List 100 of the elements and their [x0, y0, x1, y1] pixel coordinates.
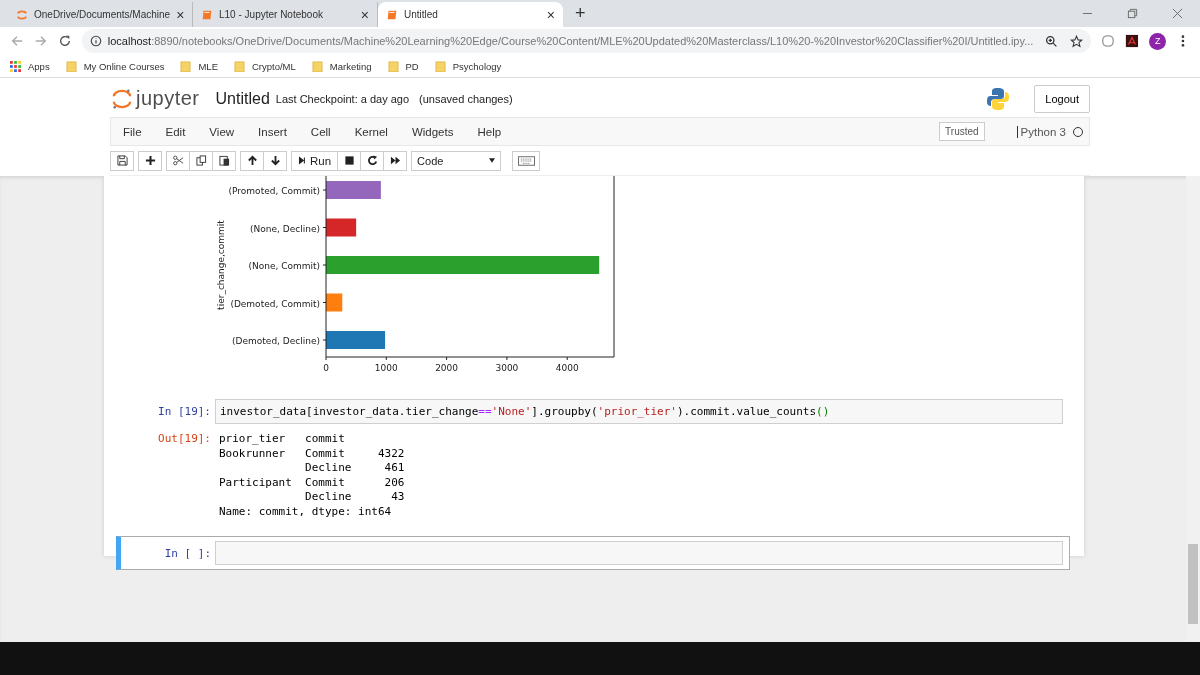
folder-icon [65, 60, 77, 72]
jupyter-logo-icon [16, 8, 28, 21]
output-line: Name: commit, dtype: int64 [219, 504, 393, 519]
move-up-button[interactable] [240, 150, 264, 171]
notebook-name[interactable]: Untitled [215, 89, 270, 108]
close-tab-button[interactable]: × [360, 6, 369, 23]
zoom-icon[interactable] [1045, 34, 1059, 48]
address-field[interactable]: localhost:8890/notebooks/OneDrive/Documents/Machine%20Learning%20Edge/Course%20Content/MLE%20Updated%20Masterclass/L10%20-%20Investor%20Classifier%20I/Untitled.ipy... [81, 29, 1092, 53]
move-down-button[interactable] [263, 150, 287, 171]
cell-type-dropdown[interactable]: Code [411, 150, 502, 171]
fast-forward-button[interactable] [383, 150, 408, 171]
close-tab-button[interactable]: × [546, 6, 555, 23]
tab-title: L10 - Jupyter Notebook [219, 9, 324, 20]
bookmark[interactable]: Crypto/ML [234, 60, 296, 72]
keyboard-button[interactable] [512, 150, 541, 171]
apps-grid-icon [10, 60, 21, 72]
arrow-down-icon [269, 155, 281, 166]
output-line: Bookrunner Commit 4322 [219, 446, 405, 461]
category-label: (None, Commit) [248, 261, 320, 271]
notebook-icon [386, 8, 398, 21]
notebook-icon [201, 8, 213, 21]
code-input[interactable] [215, 541, 1063, 565]
restart-icon [366, 155, 378, 166]
restore-icon[interactable] [1127, 8, 1138, 19]
checkpoint-status: Last Checkpoint: a day ago [275, 92, 410, 105]
fast-forward-icon [389, 155, 401, 166]
bookmark[interactable]: PD [387, 60, 419, 72]
menu-item[interactable]: Insert [258, 125, 299, 138]
profile-avatar[interactable]: Z [1149, 32, 1167, 50]
bookmark[interactable]: Apps [10, 60, 50, 72]
bookmark[interactable]: MLE [180, 60, 218, 72]
run-button[interactable]: Run [291, 150, 339, 171]
tick-label: 0 [323, 363, 329, 373]
output-line: Participant Commit 206 [219, 475, 405, 490]
trusted-indicator[interactable]: Trusted [939, 122, 985, 141]
output-line: prior_tier commit [219, 432, 346, 447]
folder-icon [234, 60, 245, 72]
extension-icon[interactable] [1101, 34, 1116, 48]
menu-item[interactable]: Kernel [354, 125, 400, 138]
url-text: localhost:8890/notebooks/OneDrive/Documents/Machine%20Learning%20Edge/Course%20Content/MLE%20Updated%20Masterclass/L10%20-%20Investor%20Classifier%20I/Untitled.ipy... [107, 35, 1034, 47]
menu-item[interactable]: View [209, 125, 247, 138]
tick-label: 3000 [495, 363, 519, 373]
scrollbar[interactable] [1186, 176, 1200, 642]
folder-icon [180, 60, 192, 72]
scrollbar-thumb[interactable] [1188, 544, 1198, 624]
restart-button[interactable] [360, 150, 385, 171]
tick-label: 2000 [435, 363, 459, 373]
run-icon [298, 156, 307, 165]
menu-item[interactable]: File [123, 125, 154, 138]
category-label: (Promoted, Commit) [228, 186, 320, 196]
bookmark[interactable]: Psychology [434, 60, 502, 72]
folder-icon [387, 60, 399, 72]
notebook-cell[interactable]: In [ ]: [116, 536, 1070, 570]
star-icon[interactable] [1070, 34, 1084, 48]
menu-item[interactable]: Widgets [411, 125, 466, 138]
pdf-extension-icon[interactable] [1125, 34, 1140, 48]
reload-icon[interactable] [57, 34, 72, 48]
output-line: Decline 461 [304, 461, 405, 476]
jupyter-wordmark[interactable]: jupyter [136, 87, 200, 110]
browser-tab[interactable]: Untitled × [378, 2, 563, 27]
close-tab-button[interactable]: × [176, 6, 185, 23]
input-prompt: In [19]: [157, 404, 212, 418]
autosave-status: (unsaved changes) [419, 92, 513, 105]
caret-icon [489, 158, 496, 163]
input-prompt: In [ ]: [163, 546, 212, 560]
category-label: (Demoted, Decline) [232, 336, 320, 346]
new-tab-button[interactable]: + [569, 2, 592, 25]
save-icon [116, 155, 128, 166]
jupyter-logo-icon [112, 87, 132, 110]
logout-button[interactable]: Logout [1034, 84, 1090, 113]
insert-cell-button[interactable] [138, 150, 162, 171]
copy-button[interactable] [189, 150, 213, 171]
save-button[interactable] [110, 150, 134, 171]
paste-button[interactable] [212, 150, 236, 171]
keyboard-icon [517, 155, 535, 166]
stop-icon [343, 155, 355, 166]
output-prompt: Out[19]: [157, 431, 212, 445]
output-line: Decline 43 [304, 490, 405, 505]
tab-title: OneDrive/Documents/Machine [34, 9, 171, 20]
menu-item[interactable]: Help [477, 125, 514, 138]
close-icon[interactable] [1172, 8, 1183, 19]
paste-icon [218, 155, 230, 166]
menu-item[interactable]: Edit [165, 125, 198, 138]
category-label: (Demoted, Commit) [230, 298, 320, 309]
code-input[interactable]: investor_data[investor_data.tier_change=='None'].groupby('prior_tier').commit.value_counts() [215, 399, 1063, 424]
bookmark[interactable]: My Online Courses [65, 60, 165, 72]
folder-icon [311, 60, 323, 72]
tick-label: 1000 [374, 363, 398, 373]
cut-button[interactable] [166, 150, 190, 171]
axis-label: tier_change,commit [216, 220, 226, 310]
tick-label: 4000 [555, 363, 579, 373]
python-logo-icon [986, 86, 1011, 111]
folder-icon [434, 60, 446, 72]
menu-item[interactable]: Cell [310, 125, 343, 138]
bookmark[interactable]: Marketing [311, 60, 372, 72]
kernel-name: Python 3 [1016, 125, 1066, 138]
arrow-up-icon [246, 155, 258, 166]
stop-button[interactable] [337, 150, 362, 171]
tab-title: Untitled [404, 9, 439, 20]
info-icon[interactable] [89, 35, 102, 47]
